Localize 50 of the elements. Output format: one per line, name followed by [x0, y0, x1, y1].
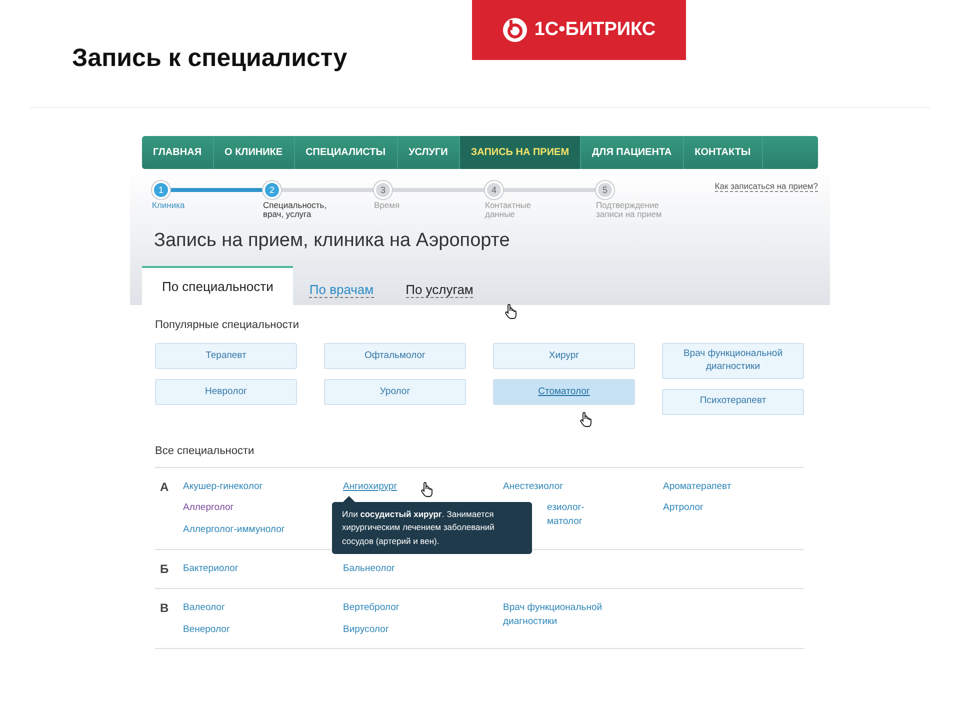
step-label: Клиника	[152, 201, 186, 210]
specialty-link[interactable]: Вертебролог	[343, 600, 400, 615]
specialty-button[interactable]: Офтальмолог	[324, 343, 466, 369]
tooltip: Или сосудистый хирург. Занимается хирургическим лечением заболеваний сосудов (артерий и вен).	[332, 502, 532, 554]
letter-heading: Б	[160, 562, 170, 576]
nav-item[interactable]: ЗАПИСЬ НА ПРИЕМ	[460, 136, 582, 169]
slide-title: Запись к специалисту	[72, 44, 348, 73]
specialty-button[interactable]: Врач функциональной диагностики	[662, 343, 804, 379]
specialty-link[interactable]: Аллерголог	[183, 501, 234, 516]
specialty-link[interactable]: Валеолог	[183, 600, 225, 615]
tab[interactable]: По врачам	[293, 275, 390, 305]
step-label: Подтверждение записи на прием	[596, 201, 663, 220]
specialty-link[interactable]: Врач функциональной диагностики	[503, 600, 602, 628]
specialty-button[interactable]: Хирург	[493, 343, 635, 369]
specialty-link[interactable]: Артролог	[663, 501, 704, 516]
specialty-link[interactable]: Бальнеолог	[343, 562, 396, 576]
hand-cursor-icon	[505, 304, 517, 319]
specialty-link[interactable]: Анестезиолог	[503, 480, 564, 494]
tab[interactable]: По специальности	[142, 266, 294, 305]
specialty-link[interactable]: Аллерголог-иммунолог	[183, 523, 285, 537]
specialty-link[interactable]: Венеролог	[183, 622, 230, 636]
specialty-link[interactable]: Акушер-гинеколог	[183, 480, 263, 494]
hand-cursor-icon	[421, 482, 433, 497]
step-label: Специальность, врач, услуга	[263, 201, 328, 220]
specialty-link[interactable]: Бактериолог	[183, 562, 238, 576]
letter-heading: В	[160, 600, 170, 617]
step-label: Контактные данные	[485, 201, 532, 220]
specialty-button[interactable]: Уролог	[324, 379, 466, 405]
specialty-button[interactable]: Психотерапевт	[662, 388, 804, 415]
step-label: Время	[374, 201, 401, 210]
step-number: 3	[374, 181, 392, 199]
page-title: Запись на прием, клиника на Аэропорте	[153, 229, 511, 253]
logo-icon	[502, 17, 528, 43]
specialty-link[interactable]: Ароматерапевт	[663, 480, 732, 494]
step-number: 2	[263, 181, 281, 199]
step-number: 1	[152, 181, 170, 199]
specialty-button[interactable]: Стоматолог	[493, 379, 635, 405]
letter-heading: А	[160, 480, 170, 496]
section-heading: Популярные специальности	[155, 319, 300, 331]
specialty-link[interactable]: Ангиохирург	[343, 480, 398, 494]
specialty-link[interactable]: Вирусолог	[343, 622, 389, 636]
section-heading: Все специальности	[155, 444, 804, 468]
step-number: 5	[596, 181, 614, 199]
tab[interactable]: По услугам	[390, 275, 490, 305]
step-number: 4	[485, 181, 503, 199]
help-link[interactable]: Как записаться на прием?	[714, 181, 818, 192]
specialty-button[interactable]: Невролог	[155, 379, 297, 405]
specialty-button[interactable]: Терапевт	[155, 343, 297, 369]
hand-cursor-icon	[580, 412, 592, 427]
logo-text: 1С•БИТРИКС	[534, 19, 656, 41]
